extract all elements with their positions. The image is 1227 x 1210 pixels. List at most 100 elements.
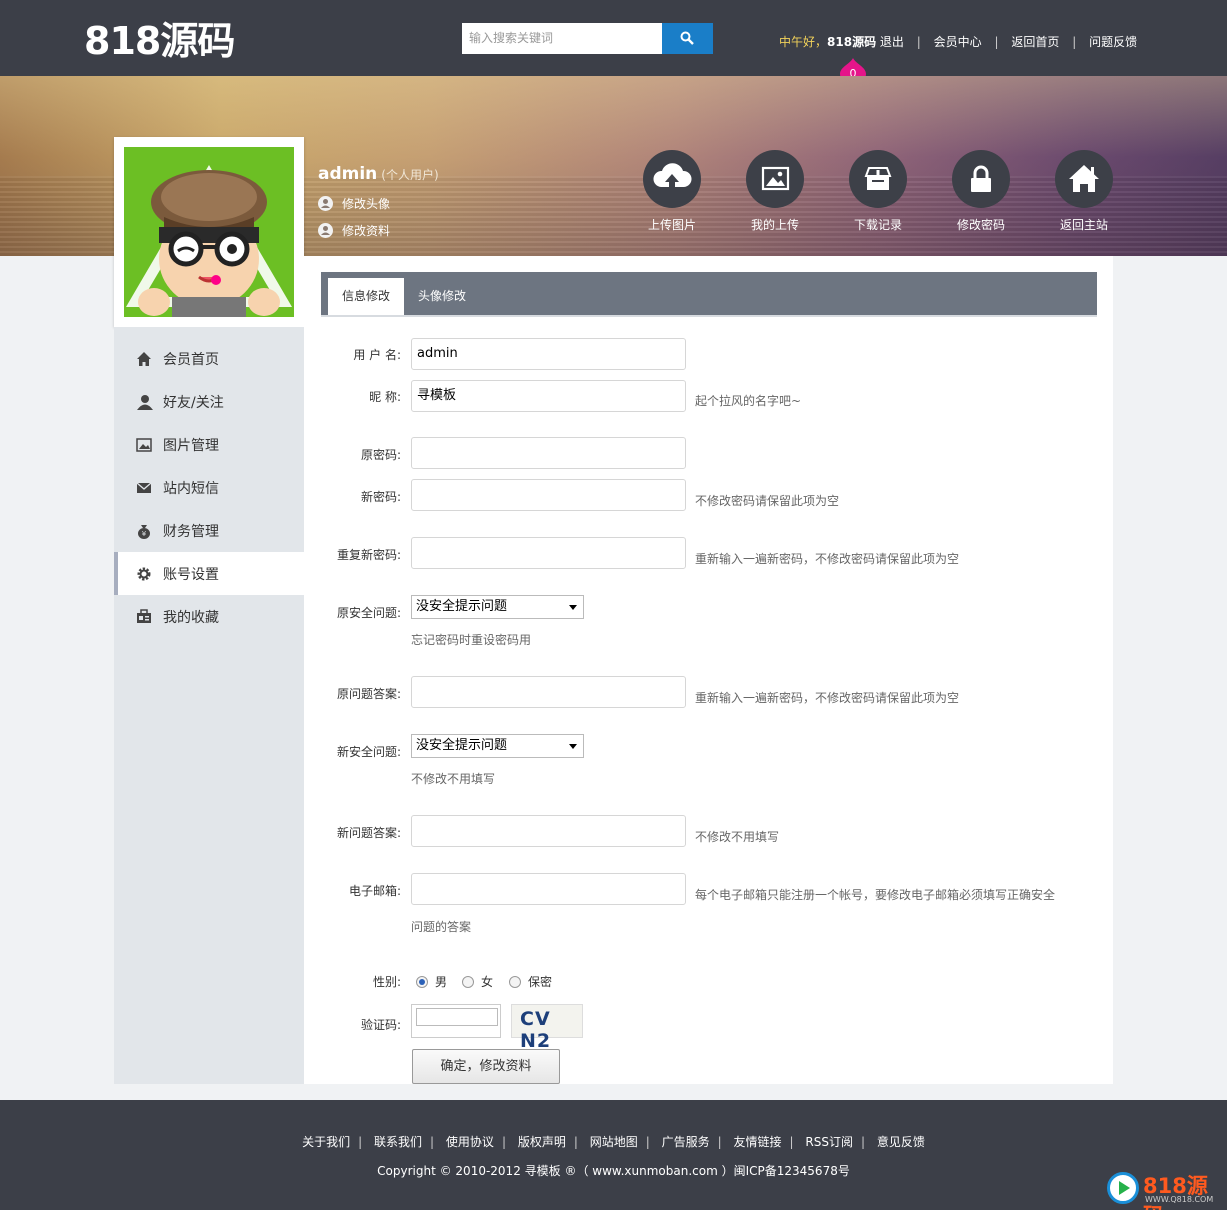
sidebar-item-messages[interactable]: 站内短信 <box>114 466 304 509</box>
tab-bar: 信息修改 头像修改 <box>321 272 1097 315</box>
email-hint-continued: 问题的答案 <box>411 920 472 934</box>
edit-avatar-link[interactable]: 修改头像 <box>318 195 390 212</box>
account-type: (个人用户) <box>381 168 439 182</box>
logout-link[interactable]: 退出 <box>880 35 904 49</box>
footer-links: 关于我们 | 联系我们 | 使用协议 | 版权声明 | 网站地图 | 广告服务 | 友情链接… <box>302 1135 925 1149</box>
user-icon <box>136 394 153 410</box>
gender-radio-secret[interactable]: 保密 <box>509 973 552 990</box>
old-answer-field[interactable] <box>411 676 686 708</box>
footer <box>0 1100 1227 1210</box>
svg-text:¥: ¥ <box>142 530 147 538</box>
captcha-image[interactable]: CV N2 <box>511 1004 583 1052</box>
footer-link-sitemap[interactable]: 网站地图 <box>590 1135 638 1149</box>
footer-link-about[interactable]: 关于我们 <box>302 1135 350 1149</box>
sidebar-item-favorites[interactable]: 我的收藏 <box>114 595 304 638</box>
my-uploads-button[interactable]: 我的上传 <box>735 150 815 233</box>
sidebar-item-finance[interactable]: ¥ 财务管理 <box>114 509 304 552</box>
new-answer-field[interactable] <box>411 815 686 847</box>
sidebar-item-account-settings[interactable]: 账号设置 <box>114 552 304 595</box>
new-password-hint: 不修改密码请保留此项为空 <box>695 494 840 508</box>
new-question-select[interactable]: 没安全提示问题 <box>411 734 584 758</box>
return-home-link[interactable]: 返回首页 <box>1011 35 1059 49</box>
repeat-password-field[interactable] <box>411 537 686 569</box>
search-input[interactable]: 输入搜索关键词 <box>462 23 662 54</box>
old-question-label: 原安全问题: <box>336 606 401 620</box>
home-icon <box>1055 150 1113 208</box>
profile-name: admin (个人用户) <box>318 164 439 184</box>
gender-radio-female[interactable]: 女 <box>462 973 493 990</box>
picture-icon <box>136 437 152 453</box>
radio-selected-icon <box>416 975 428 988</box>
radio-icon <box>462 975 474 988</box>
footer-link-ads[interactable]: 广告服务 <box>662 1135 710 1149</box>
avatar-image <box>124 147 294 317</box>
email-field[interactable] <box>411 873 686 905</box>
envelope-icon <box>136 480 152 496</box>
nickname-hint: 起个拉风的名字吧~ <box>695 394 802 408</box>
upload-image-button[interactable]: 上传图片 <box>632 150 712 233</box>
email-label: 电子邮箱: <box>348 884 401 898</box>
nickname-field[interactable]: 寻模板 <box>411 380 686 412</box>
tab-underline <box>321 315 1097 317</box>
gender-label: 性别: <box>372 975 401 989</box>
new-question-hint: 不修改不用填写 <box>411 772 496 786</box>
feedback-link[interactable]: 问题反馈 <box>1089 35 1137 49</box>
old-password-label: 原密码: <box>360 448 401 462</box>
chevron-down-icon <box>569 744 577 749</box>
old-question-hint: 忘记密码时重设密码用 <box>411 633 532 647</box>
submit-button[interactable]: 确定，修改资料 <box>412 1049 560 1084</box>
favorite-icon <box>136 608 152 625</box>
gender-radio-male[interactable]: 男 <box>416 973 447 990</box>
footer-link-contact[interactable]: 联系我们 <box>374 1135 422 1149</box>
avatar[interactable] <box>114 137 304 327</box>
nickname-label: 昵 称: <box>369 390 401 404</box>
lock-icon <box>952 150 1010 208</box>
old-answer-hint: 重新输入一遍新密码，不修改密码请保留此项为空 <box>695 691 960 705</box>
gear-icon <box>136 566 152 582</box>
footer-link-rss[interactable]: RSS订阅 <box>805 1135 853 1149</box>
old-password-field[interactable] <box>411 437 686 469</box>
repeat-password-hint: 重新输入一遍新密码，不修改密码请保留此项为空 <box>695 552 960 566</box>
footer-link-copyright[interactable]: 版权声明 <box>518 1135 566 1149</box>
footer-link-friends[interactable]: 友情链接 <box>733 1135 781 1149</box>
repeat-password-label: 重复新密码: <box>336 548 401 562</box>
username-link[interactable]: 818源码 <box>827 35 876 49</box>
user-circle-icon <box>318 196 333 211</box>
member-center-link[interactable]: 会员中心 <box>934 35 982 49</box>
sidebar-item-member-home[interactable]: 会员首页 <box>114 337 304 380</box>
watermark-logo: 818源码 WWW.Q818.COM <box>1107 1170 1222 1210</box>
sidebar: 会员首页 好友/关注 图片管理 站内短信 ¥ 财务管理 账号设置 我的收藏 <box>114 327 304 1084</box>
sidebar-item-friends[interactable]: 好友/关注 <box>114 380 304 423</box>
old-question-select[interactable]: 没安全提示问题 <box>411 595 584 619</box>
new-password-field[interactable] <box>411 479 686 511</box>
site-logo[interactable]: 818源码 <box>84 10 235 65</box>
download-records-button[interactable]: 下载记录 <box>838 150 918 233</box>
tab-avatar-edit[interactable]: 头像修改 <box>404 278 480 315</box>
return-main-site-button[interactable]: 返回主站 <box>1044 150 1124 233</box>
home-icon <box>136 351 152 367</box>
change-password-button[interactable]: 修改密码 <box>941 150 1021 233</box>
money-bag-icon: ¥ <box>136 523 152 539</box>
username-label: 用 户 名: <box>353 348 401 362</box>
email-hint: 每个电子邮箱只能注册一个帐号，要修改电子邮箱必须填写正确安全 <box>695 888 1056 902</box>
download-box-icon <box>849 150 907 208</box>
greeting-text: 中午好， <box>779 35 828 49</box>
edit-info-link[interactable]: 修改资料 <box>318 222 390 239</box>
captcha-label: 验证码: <box>360 1018 401 1032</box>
new-question-label: 新安全问题: <box>336 745 401 759</box>
old-answer-label: 原问题答案: <box>336 687 401 701</box>
user-circle-icon <box>318 223 333 238</box>
radio-icon <box>509 975 521 988</box>
username-field[interactable]: admin <box>411 338 686 370</box>
sidebar-item-images[interactable]: 图片管理 <box>114 423 304 466</box>
new-answer-label: 新问题答案: <box>336 826 401 840</box>
tab-info-edit[interactable]: 信息修改 <box>328 278 405 315</box>
chevron-down-icon <box>569 605 577 610</box>
search-button[interactable] <box>662 23 713 54</box>
captcha-field[interactable] <box>411 1004 501 1038</box>
search-icon <box>680 31 694 45</box>
footer-link-feedback[interactable]: 意见反馈 <box>877 1135 925 1149</box>
cloud-upload-icon <box>643 150 701 208</box>
user-links: 中午好，818源码 退出 | 会员中心 | 返回首页 | 问题反馈 <box>779 35 1138 49</box>
footer-link-terms[interactable]: 使用协议 <box>446 1135 494 1149</box>
